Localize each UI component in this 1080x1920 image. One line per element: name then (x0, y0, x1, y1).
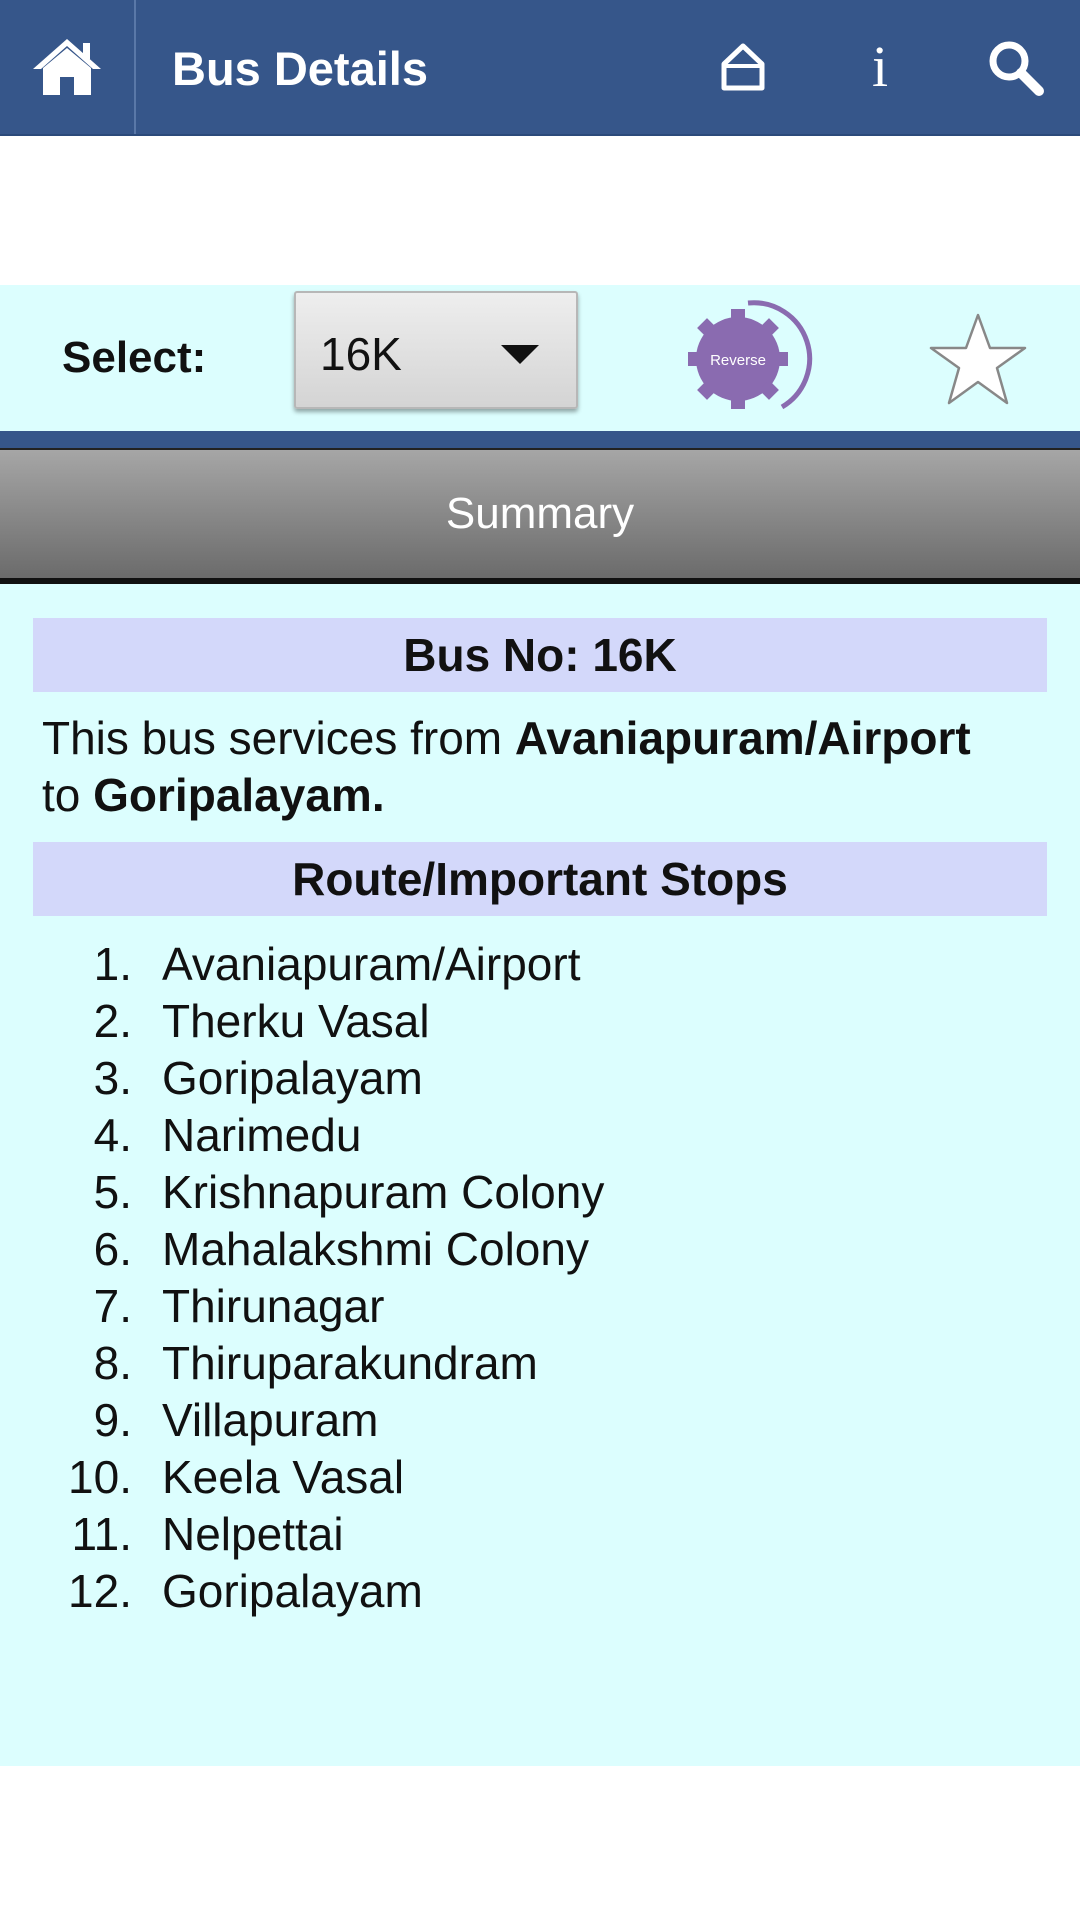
search-icon (989, 41, 1044, 96)
stop-name: Mahalakshmi Colony (162, 1223, 589, 1275)
list-item: 1. Avaniapuram/Airport (0, 936, 1080, 993)
stop-number: 12. (68, 1565, 132, 1617)
list-item: 10. Keela Vasal (0, 1449, 1080, 1506)
origin-stop: Avaniapuram/Airport (514, 712, 971, 764)
top-app-bar: Bus Details i (0, 0, 1080, 136)
list-item: 5. Krishnapuram Colony (0, 1164, 1080, 1221)
desc-mid: to (42, 769, 94, 821)
list-item: 8. Thiruparakundram (0, 1335, 1080, 1392)
stop-number: 2. (93, 995, 132, 1047)
list-item: 12. Goripalayam (0, 1563, 1080, 1620)
stop-name: Goripalayam (162, 1052, 423, 1104)
stop-number: 1. (93, 938, 132, 990)
stop-name: Villapuram (162, 1394, 379, 1446)
stops-list: 1. Avaniapuram/Airport 2. Therku Vasal 3. G… (0, 936, 1080, 1620)
stop-number: 11. (71, 1508, 132, 1560)
stop-number: 3. (93, 1052, 132, 1104)
reverse-label: Reverse (710, 352, 766, 369)
stop-name: Thirunagar (162, 1280, 385, 1332)
stop-number: 6. (93, 1223, 132, 1275)
list-item: 11. Nelpettai (0, 1506, 1080, 1563)
divider (0, 431, 1080, 448)
stop-name: Nelpettai (162, 1508, 344, 1560)
desc-prefix: This bus services from (42, 712, 515, 764)
list-item: 6. Mahalakshmi Colony (0, 1221, 1080, 1278)
info-button[interactable]: i (830, 0, 930, 134)
stop-number: 7. (93, 1280, 132, 1332)
summary-tab[interactable]: Summary (0, 448, 1080, 584)
stop-number: 4. (93, 1109, 132, 1161)
bus-description: This bus services from Avaniapuram/Airpo… (42, 710, 1042, 824)
home-outline-button[interactable] (693, 0, 793, 134)
search-button[interactable] (965, 0, 1065, 134)
bus-number-heading: Bus No: 16K (33, 618, 1047, 692)
star-outline-icon (929, 313, 1027, 405)
bus-select-bar: Select: 16K Reverse (0, 285, 1080, 431)
info-icon: i (871, 34, 889, 99)
list-item: 3. Goripalayam (0, 1050, 1080, 1107)
favorite-button[interactable] (925, 310, 1031, 410)
destination-stop: Goripalayam. (93, 769, 385, 821)
reverse-gear-icon: Reverse (688, 300, 813, 410)
route-heading: Route/Important Stops (33, 842, 1047, 916)
bus-number-dropdown[interactable]: 16K (294, 291, 578, 409)
dropdown-value: 16K (320, 328, 402, 380)
page-title: Bus Details (172, 42, 428, 95)
stop-number: 5. (93, 1166, 132, 1218)
list-item: 4. Narimedu (0, 1107, 1080, 1164)
list-item: 2. Therku Vasal (0, 993, 1080, 1050)
home-button[interactable] (0, 0, 136, 134)
bus-details-panel: Bus No: 16K This bus services from Avani… (0, 584, 1080, 1766)
stop-name: Krishnapuram Colony (162, 1166, 605, 1218)
list-item: 9. Villapuram (0, 1392, 1080, 1449)
stop-name: Keela Vasal (162, 1451, 405, 1503)
select-label: Select: (62, 333, 207, 382)
stop-number: 8. (93, 1337, 132, 1389)
stop-number: 9. (93, 1394, 132, 1446)
list-item: 7. Thirunagar (0, 1278, 1080, 1335)
stop-name: Thiruparakundram (162, 1337, 538, 1389)
home-icon (33, 39, 101, 95)
stop-number: 10. (68, 1451, 132, 1503)
chevron-down-icon (501, 345, 539, 364)
stop-name: Narimedu (162, 1109, 362, 1161)
stop-name: Goripalayam (162, 1565, 423, 1617)
stop-name: Therku Vasal (162, 995, 430, 1047)
reverse-button[interactable]: Reverse (678, 295, 818, 419)
house-outline-icon (721, 43, 765, 91)
stop-name: Avaniapuram/Airport (162, 938, 581, 990)
